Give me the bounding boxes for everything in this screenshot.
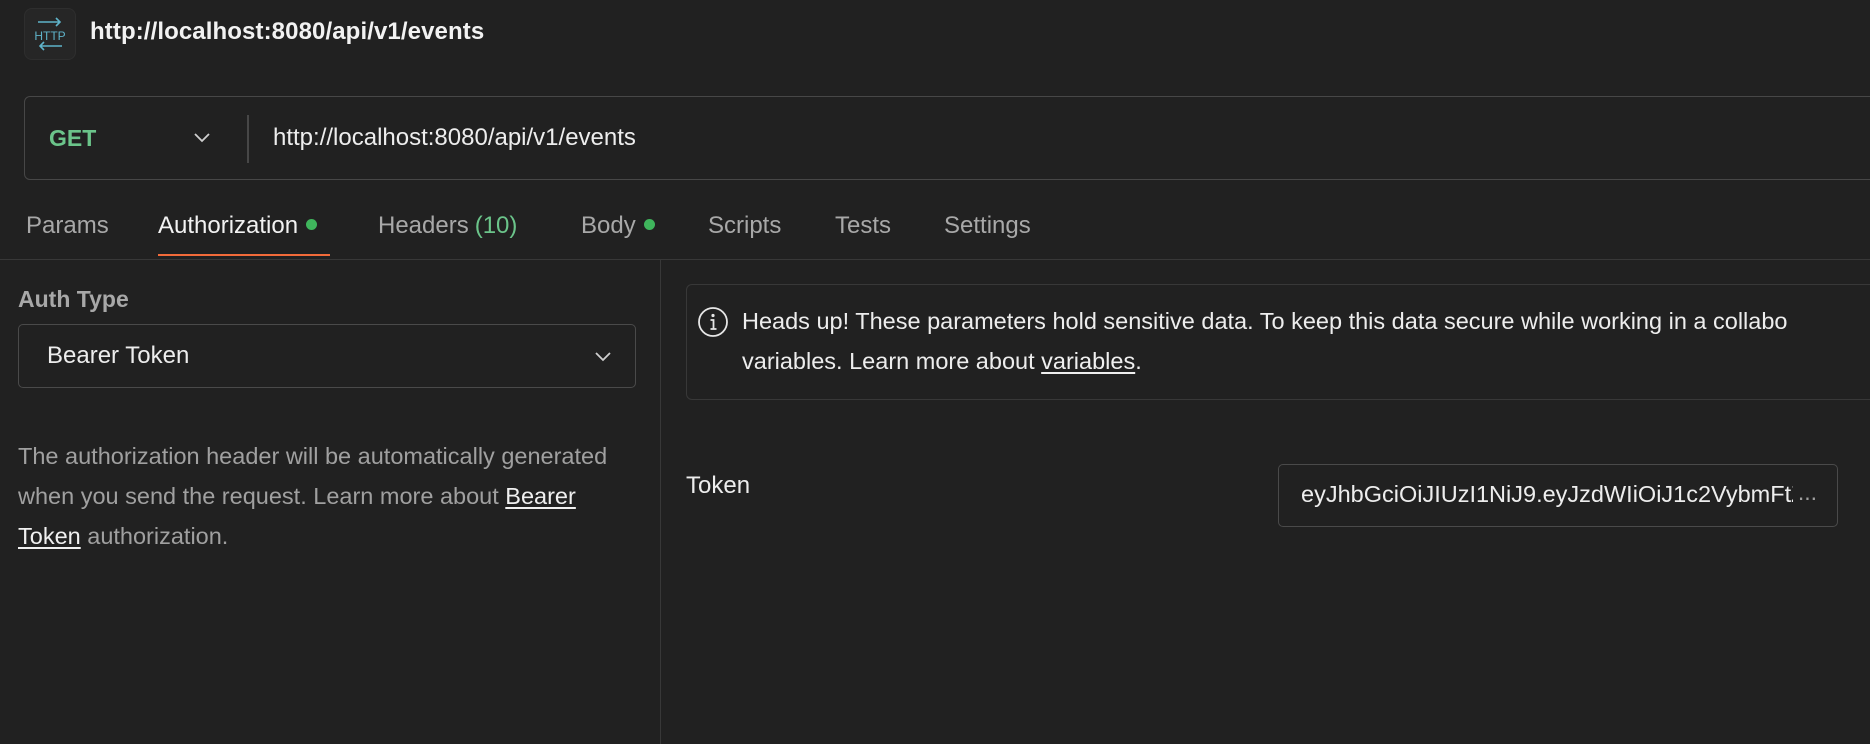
tab-scripts[interactable]: Scripts — [708, 212, 781, 240]
notice-line-2: variables. Learn more about variables. — [742, 341, 1870, 381]
chevron-down-icon — [191, 127, 213, 154]
sensitive-data-notice: Heads up! These parameters hold sensitiv… — [686, 284, 1870, 400]
modified-dot — [306, 219, 318, 231]
tab-label: Authorization — [158, 212, 299, 239]
chevron-down-icon — [593, 347, 613, 372]
url-input[interactable]: http://localhost:8080/api/v1/events — [273, 97, 636, 179]
notice-line-1: Heads up! These parameters hold sensitiv… — [742, 308, 1788, 334]
tab-label: Tests — [835, 212, 892, 239]
token-input[interactable]: eyJhbGciOiJIUzI1NiJ9.eyJzdWIiOiJ1c2VybmF… — [1278, 464, 1838, 527]
notice-line-2-text: variables. Learn more about — [742, 348, 1042, 374]
method-select[interactable]: GET — [25, 97, 247, 179]
token-label: Token — [686, 472, 751, 499]
http-icon: HTTP — [24, 8, 76, 60]
modified-dot — [643, 219, 655, 231]
tab-label: Headers — [378, 212, 469, 239]
notice-suffix: . — [1135, 348, 1142, 374]
notice-text: Heads up! These parameters hold sensitiv… — [742, 301, 1870, 381]
method-label: GET — [49, 124, 97, 151]
token-value: eyJhbGciOiJIUzI1NiJ9.eyJzdWIiOiJ1c2VybmF… — [1301, 481, 1793, 507]
url-bar: GET http://localhost:8080/api/v1/events — [24, 96, 1870, 180]
tab-label: Settings — [944, 212, 1031, 239]
headers-count: (10) — [474, 212, 518, 239]
active-tab-indicator — [158, 254, 330, 256]
tab-label: Body — [581, 212, 636, 239]
tab-tests[interactable]: Tests — [835, 212, 891, 240]
info-icon — [696, 305, 730, 344]
tab-params[interactable]: Params — [26, 212, 109, 240]
auth-description: The authorization header will be automat… — [18, 436, 638, 556]
tab-headers[interactable]: Headers (10) — [378, 212, 517, 240]
tab-settings[interactable]: Settings — [944, 212, 1031, 240]
title-bar: HTTP http://localhost:8080/api/v1/events — [0, 0, 1870, 68]
auth-type-select[interactable]: Bearer Token — [18, 324, 636, 388]
auth-type-label: Auth Type — [18, 286, 129, 312]
tab-body[interactable]: Body — [581, 212, 655, 240]
variables-link[interactable]: variables — [1041, 348, 1135, 374]
auth-panel: Auth Type Bearer Token The authorization… — [0, 260, 661, 744]
tab-authorization[interactable]: Authorization — [158, 212, 318, 240]
url-divider — [247, 115, 249, 163]
http-icon-text: HTTP — [34, 29, 65, 43]
auth-description-suffix: authorization. — [80, 523, 229, 549]
tab-label: Scripts — [708, 212, 782, 239]
window-title: http://localhost:8080/api/v1/events — [90, 18, 485, 45]
request-tabs: Params Authorization Headers (10) Body Sc… — [0, 198, 1870, 260]
token-ellipsis: ... — [1797, 479, 1817, 505]
auth-type-value: Bearer Token — [47, 342, 190, 369]
tab-label: Params — [26, 212, 109, 239]
